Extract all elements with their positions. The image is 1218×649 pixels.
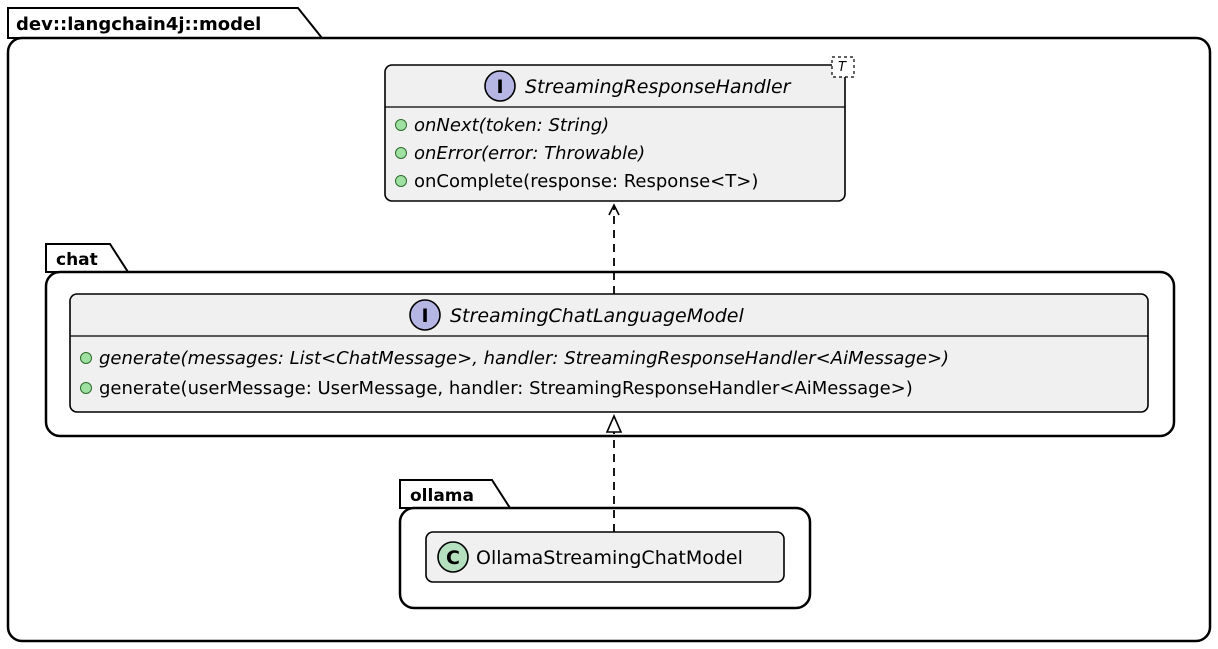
interface-name: StreamingChatLanguageModel xyxy=(450,305,744,327)
method-generate-1: generate(messages: List<ChatMessage>, ha… xyxy=(81,348,950,369)
interface-streaming-response-handler: T I StreamingResponseHandler onNext(toke… xyxy=(385,57,854,201)
uml-diagram: dev::langchain4j::model T I StreamingRes… xyxy=(0,0,1218,649)
method-generate-2: generate(userMessage: UserMessage, handl… xyxy=(81,378,913,399)
svg-text:onComplete(response: Response<: onComplete(response: Response<T>) xyxy=(414,171,758,192)
package-label: ollama xyxy=(410,486,474,506)
svg-text:onError(error: Throwable): onError(error: Throwable) xyxy=(414,143,645,164)
class-name: OllamaStreamingChatModel xyxy=(476,547,743,569)
template-param: T xyxy=(838,60,847,75)
interface-name: StreamingResponseHandler xyxy=(525,76,792,98)
method-onError: onError(error: Throwable) xyxy=(396,143,646,164)
svg-text:onNext(token: String): onNext(token: String) xyxy=(414,115,609,136)
class-ollama-streaming-chat-model: C OllamaStreamingChatModel xyxy=(426,532,784,582)
package-label: chat xyxy=(56,250,98,270)
interface-icon: I xyxy=(421,305,428,327)
interface-streaming-chat-language-model: I StreamingChatLanguageModel generate(me… xyxy=(70,294,1148,412)
interface-icon: I xyxy=(496,76,503,98)
method-onNext: onNext(token: String) xyxy=(396,115,610,136)
class-icon: C xyxy=(446,547,460,569)
svg-text:generate(userMessage: UserMess: generate(userMessage: UserMessage, handl… xyxy=(99,378,913,399)
svg-text:generate(messages: List<ChatMe: generate(messages: List<ChatMessage>, ha… xyxy=(99,348,949,369)
package-label: dev::langchain4j::model xyxy=(16,14,261,35)
method-onComplete: onComplete(response: Response<T>) xyxy=(396,171,759,192)
